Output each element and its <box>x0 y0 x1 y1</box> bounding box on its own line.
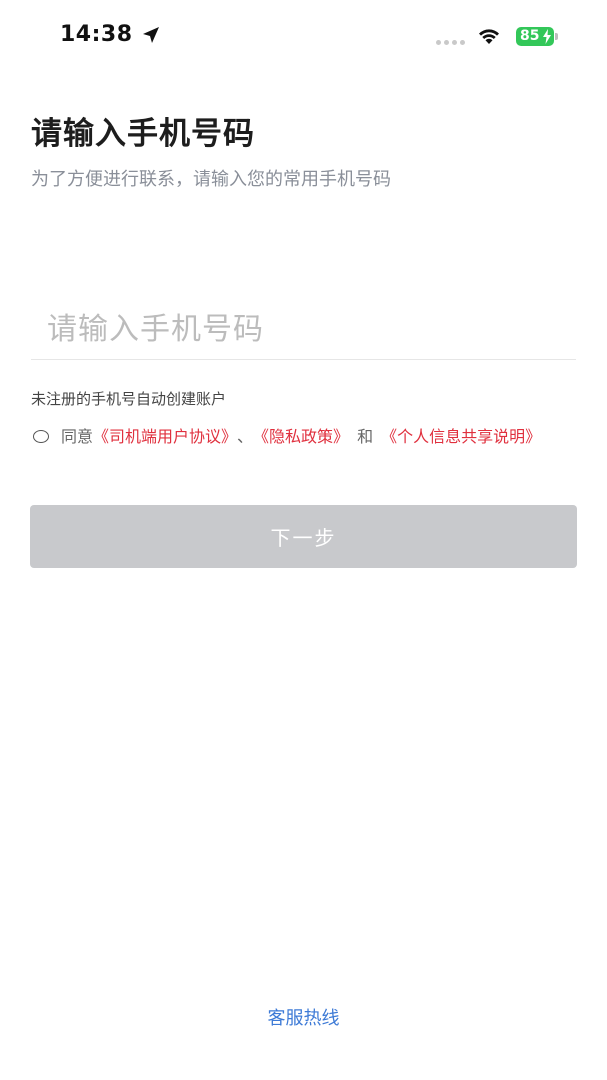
battery-level: 85 <box>520 28 540 44</box>
agreement-conjunction: 和 <box>357 427 374 446</box>
location-arrow-icon <box>142 26 159 43</box>
clock-text: 14:38 <box>60 22 133 47</box>
wifi-icon <box>479 29 499 44</box>
page-title: 请输入手机号码 <box>31 116 255 152</box>
auto-register-notice: 未注册的手机号自动创建账户 <box>31 390 227 408</box>
user-agreement-link[interactable]: 《司机端用户协议》 <box>93 427 229 446</box>
status-time: 14:38 <box>60 22 161 47</box>
agreement-row: 同意《司机端用户协议》、《隐私政策》和《个人信息共享说明》 <box>31 424 576 450</box>
info-sharing-link[interactable]: 《个人信息共享说明》 <box>381 427 541 446</box>
battery-tip <box>555 33 558 40</box>
agreement-separator: 、 <box>237 427 254 446</box>
battery-indicator: 85 <box>516 27 554 46</box>
agreement-text: 同意《司机端用户协议》、《隐私政策》和《个人信息共享说明》 <box>61 424 576 450</box>
customer-service-hotline-link[interactable]: 客服热线 <box>0 1004 607 1030</box>
agreement-radio[interactable] <box>33 430 49 443</box>
page-subtitle: 为了方便进行联系，请输入您的常用手机号码 <box>31 169 391 190</box>
privacy-policy-link[interactable]: 《隐私政策》 <box>261 427 349 446</box>
next-button[interactable]: 下一步 <box>30 505 577 568</box>
agreement-prefix: 同意 <box>61 427 94 446</box>
phone-input[interactable] <box>31 300 576 360</box>
cellular-signal-icon <box>436 40 465 45</box>
status-bar: 14:38 85 <box>0 0 607 70</box>
charging-bolt-icon <box>543 29 551 44</box>
